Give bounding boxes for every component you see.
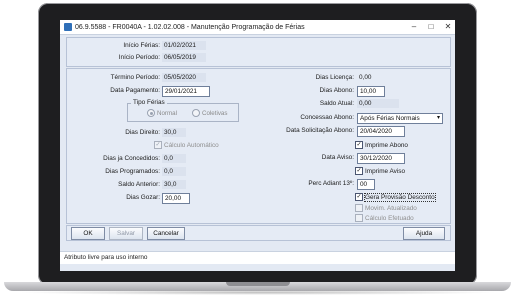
inicio-ferias-value: 01/02/2021 (162, 41, 206, 50)
gera-provisao-box: ✓ (355, 193, 363, 201)
status-text: Atributo livre para uso interno (64, 254, 148, 261)
inicio-periodo-value: 06/05/2019 (162, 53, 206, 62)
imprime-abono-checkbox[interactable]: ✓ Imprime Abono (355, 141, 408, 149)
calculo-automatico-checkbox[interactable]: ✓ Cálculo Automático (154, 141, 219, 149)
radio-normal[interactable]: Normal (147, 109, 177, 117)
radio-coletivas-dot (192, 109, 200, 117)
inicio-ferias-label: Início Férias: (123, 42, 160, 49)
calculo-efetuado-label: Cálculo Efetuado (365, 214, 414, 222)
dias-direito-label: Dias Direito: (125, 129, 160, 136)
main-panel: Término Período: 05/05/2020 Data Pagamen… (66, 68, 451, 224)
imprime-aviso-box: ✓ (355, 167, 363, 175)
window-title: 06.9.5588 - FR0040A - 1.02.02.008 - Manu… (75, 23, 305, 31)
saldo-atual-label: Saldo Atual: (319, 100, 354, 107)
dias-licenca-value: 0,00 (359, 74, 372, 81)
dias-gozar-label: Dias Gozar: (126, 194, 160, 201)
salvar-button[interactable]: Salvar (109, 227, 143, 240)
inicio-periodo-label: Início Período: (118, 54, 160, 61)
window-controls: – □ ✕ (409, 20, 453, 34)
dias-abono-label: Dias Abono: (319, 87, 354, 94)
calculo-efetuado-checkbox[interactable]: Cálculo Efetuado (355, 214, 414, 222)
ok-button[interactable]: OK (71, 227, 105, 240)
chevron-down-icon: ▾ (436, 115, 440, 121)
saldo-atual-value: 0,00 (357, 99, 399, 108)
saldo-anterior-label: Saldo Anterior: (118, 181, 160, 188)
cancelar-button[interactable]: Cancelar (147, 227, 185, 240)
laptop-notch (226, 282, 290, 286)
data-pagamento-input[interactable]: 29/01/2021 (162, 86, 210, 97)
dias-licenca-label: Dias Licença: (315, 74, 354, 81)
app-icon (64, 23, 72, 31)
dias-gozar-input[interactable]: 20,00 (162, 193, 190, 204)
data-solicitacao-label: Data Solicitação Abono: (286, 127, 354, 134)
radio-normal-dot (147, 109, 155, 117)
termino-periodo-value: 05/05/2020 (162, 73, 206, 82)
termino-periodo-label: Término Período: (110, 74, 160, 81)
movim-atualizado-checkbox[interactable]: Movim. Atualizado (355, 204, 417, 212)
calculo-efetuado-box (355, 214, 363, 222)
saldo-anterior-value: 30,0 (162, 180, 186, 189)
title-bar: 06.9.5588 - FR0040A - 1.02.02.008 - Manu… (60, 20, 455, 35)
dias-direito-value: 30,0 (162, 128, 186, 137)
calculo-automatico-label: Cálculo Automático (164, 141, 219, 149)
top-panel: Início Férias: 01/02/2021 Início Período… (66, 37, 451, 67)
imprime-abono-box: ✓ (355, 141, 363, 149)
dias-ja-concedidos-value: 0,0 (162, 154, 186, 163)
calculo-automatico-box: ✓ (154, 141, 162, 149)
ajuda-button[interactable]: Ajuda (403, 227, 445, 240)
data-pagamento-label: Data Pagamento: (110, 87, 160, 94)
data-aviso-input[interactable]: 30/12/2020 (357, 153, 405, 164)
concessao-abono-select[interactable]: Após Férias Normais ▾ (357, 113, 443, 124)
app-window: 06.9.5588 - FR0040A - 1.02.02.008 - Manu… (60, 20, 455, 271)
concessao-abono-label: Concessao Abono: (300, 114, 354, 121)
imprime-aviso-checkbox[interactable]: ✓ Imprime Aviso (355, 167, 405, 175)
dias-ja-concedidos-label: Dias ja Concedidos: (103, 155, 160, 162)
movim-atualizado-box (355, 204, 363, 212)
gera-provisao-label: Gera Provisão Desconto (364, 192, 436, 202)
concessao-abono-value: Após Férias Normais (360, 115, 420, 122)
dias-programados-value: 0,0 (162, 167, 186, 176)
gera-provisao-checkbox[interactable]: ✓ Gera Provisão Desconto (355, 192, 436, 202)
data-aviso-label: Data Aviso: (321, 154, 354, 161)
dias-abono-input[interactable]: 10,00 (357, 86, 385, 97)
minimize-icon[interactable]: – (409, 20, 419, 34)
data-solicitacao-input[interactable]: 20/04/2020 (357, 126, 405, 137)
imprime-aviso-label: Imprime Aviso (365, 167, 406, 175)
status-bar: Atributo livre para uso interno (60, 251, 455, 264)
movim-atualizado-label: Movim. Atualizado (365, 204, 417, 212)
close-icon[interactable]: ✕ (443, 20, 453, 34)
imprime-abono-label: Imprime Abono (365, 141, 408, 149)
dias-programados-label: Dias Programados: (105, 168, 160, 175)
perc-adiant-label: Perc Adiant 13º: (308, 180, 354, 187)
perc-adiant-input[interactable]: 00 (357, 179, 375, 190)
button-bar: OK Salvar Cancelar Ajuda (66, 225, 451, 241)
radio-coletivas[interactable]: Coletivas (192, 109, 227, 117)
radio-normal-label: Normal (157, 109, 177, 117)
maximize-icon[interactable]: □ (426, 20, 436, 34)
radio-coletivas-label: Coletivas (202, 109, 228, 117)
tipo-ferias-title: Tipo Férias (131, 99, 167, 106)
